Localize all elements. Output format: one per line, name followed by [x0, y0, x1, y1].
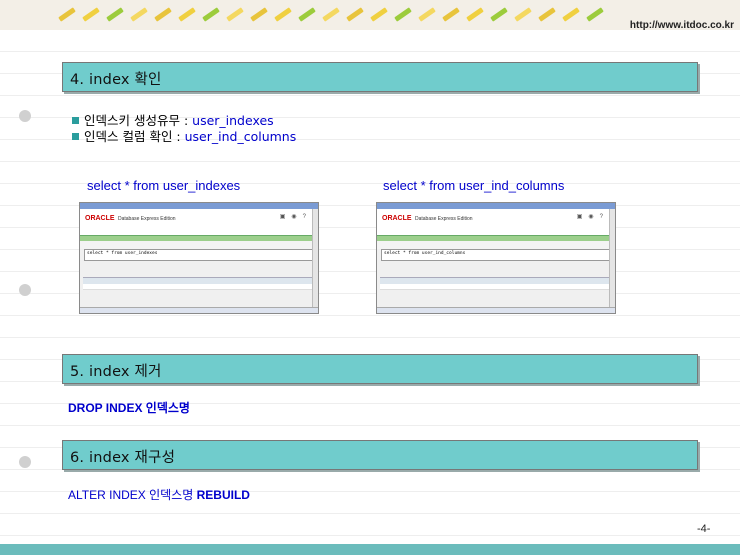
sql-editor: select * from user_indexes — [84, 249, 314, 261]
section-6-title-bar: 6. index 재구성 — [62, 440, 698, 470]
section-4-title: 4. index 확인 — [70, 72, 162, 88]
section-6-title: 6. index 재구성 — [70, 450, 176, 466]
section-5-title-bar: 5. index 제거 — [62, 354, 698, 384]
section-4-title-bar: 4. index 확인 — [62, 62, 698, 92]
list-item: 인덱스키 생성유무 : user_indexes — [72, 113, 296, 129]
top-decorative-band: http://www.itdoc.co.kr — [0, 0, 740, 31]
caption-user-indexes: select * from user_indexes — [87, 178, 241, 193]
caption-user-ind-columns: select * from user_ind_columns — [383, 178, 565, 193]
sql-editor: select * from user_ind_columns — [381, 249, 611, 261]
toolbar-icons: ▣◉? — [279, 214, 312, 220]
screenshot-user-indexes: ORACLE Database Express Edition ▣◉? sele… — [79, 202, 319, 314]
margin-dot-2 — [19, 284, 31, 296]
section-5-title: 5. index 제거 — [70, 364, 162, 380]
drop-index-command: DROP INDEX 인덱스명 — [68, 401, 190, 415]
bottom-band — [0, 544, 740, 555]
pencil-decoration-row — [58, 4, 604, 22]
list-item: 인덱스 컬럼 확인 : user_ind_columns — [72, 129, 296, 145]
index-check-list: 인덱스키 생성유무 : user_indexes 인덱스 컬럼 확인 : use… — [72, 113, 296, 145]
square-bullet-icon — [72, 133, 79, 140]
margin-dot-1 — [19, 110, 31, 122]
margin-dot-3 — [19, 456, 31, 468]
square-bullet-icon — [72, 117, 79, 124]
toolbar-icons: ▣◉? — [576, 214, 609, 220]
screenshot-user-ind-columns: ORACLE Database Express Edition ▣◉? sele… — [376, 202, 616, 314]
page-number: -4- — [697, 523, 711, 535]
oracle-logo: ORACLE — [85, 215, 115, 222]
rebuild-index-command: ALTER INDEX 인덱스명 REBUILD — [68, 488, 250, 502]
oracle-logo: ORACLE — [382, 215, 412, 222]
